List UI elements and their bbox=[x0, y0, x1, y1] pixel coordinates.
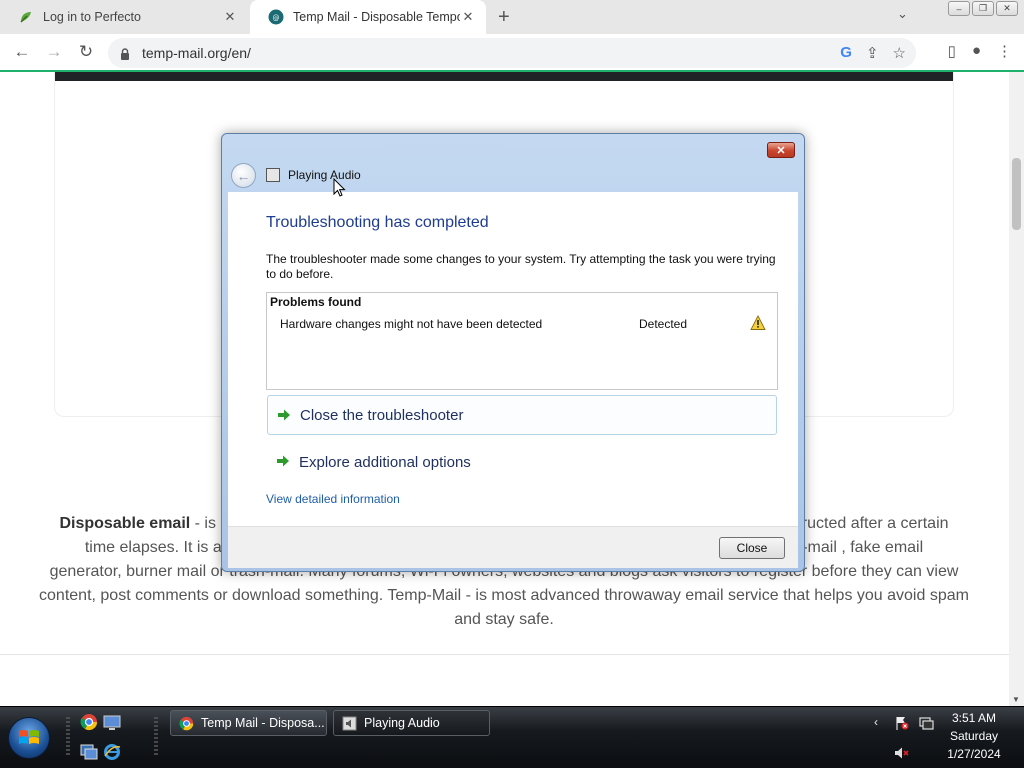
address-bar[interactable]: temp-mail.org/en/ G ⇪ ☆ bbox=[108, 38, 916, 68]
forward-arrow-icon[interactable]: → bbox=[44, 42, 64, 62]
dialog-app-title: Playing Audio bbox=[288, 168, 361, 182]
taskbar-button-label: Playing Audio bbox=[364, 716, 440, 730]
side-panel-icon[interactable]: ▯ bbox=[948, 42, 956, 60]
taskbar-grip[interactable] bbox=[66, 717, 70, 757]
action-center-flag-icon[interactable] bbox=[894, 715, 910, 734]
window-controls: – ❐ ✕ bbox=[948, 1, 1018, 16]
troubleshooter-dialog: ✕ ← Playing Audio Troubleshooting has co… bbox=[221, 133, 805, 572]
audio-troubleshooter-icon bbox=[266, 168, 280, 182]
network-icon[interactable] bbox=[918, 715, 934, 734]
clock-date: 1/27/2024 bbox=[947, 747, 1001, 761]
mouse-cursor-icon bbox=[333, 177, 347, 198]
warning-icon bbox=[750, 315, 766, 331]
taskbar-button-chrome[interactable]: Temp Mail - Disposa... bbox=[170, 710, 327, 736]
browser-toolbar: ← → ↻ temp-mail.org/en/ G ⇪ ☆ ▯ ● ⋮ bbox=[0, 34, 1024, 72]
star-icon[interactable]: ☆ bbox=[893, 44, 906, 62]
browser-tab-strip: Log in to Perfecto ✕ @ Temp Mail - Dispo… bbox=[0, 0, 1024, 34]
tab-perfecto[interactable]: Log in to Perfecto ✕ bbox=[0, 0, 248, 34]
chrome-icon[interactable] bbox=[80, 713, 98, 731]
description-bold: Disposable email bbox=[59, 515, 191, 532]
dialog-message: The troubleshooter made some changes to … bbox=[266, 252, 776, 281]
page-scrollbar[interactable]: ▼ bbox=[1009, 72, 1024, 706]
dialog-close-icon[interactable]: ✕ bbox=[767, 142, 795, 158]
back-arrow-icon[interactable]: ← bbox=[12, 42, 32, 62]
dialog-body: Troubleshooting has completed The troubl… bbox=[228, 192, 798, 526]
command-label: Explore additional options bbox=[299, 453, 471, 471]
new-tab-plus-icon[interactable]: + bbox=[498, 6, 510, 29]
temp-mail-logo-icon: @ bbox=[268, 9, 284, 25]
url-text: temp-mail.org/en/ bbox=[142, 45, 251, 61]
audio-troubleshooter-icon bbox=[342, 716, 357, 731]
show-hidden-icons-icon[interactable]: ‹ bbox=[874, 715, 878, 729]
share-icon[interactable]: ⇪ bbox=[866, 44, 879, 62]
dialog-footer: Close bbox=[228, 526, 798, 568]
clock-time: 3:51 AM bbox=[951, 711, 997, 725]
switch-windows-icon[interactable] bbox=[80, 743, 98, 761]
back-arrow-icon[interactable]: ← bbox=[231, 163, 256, 188]
tab-title: Log in to Perfecto bbox=[43, 10, 141, 24]
tab-title: Temp Mail - Disposable Tempora bbox=[293, 10, 460, 24]
description-line: and stay safe. bbox=[454, 611, 554, 628]
description-line: content, post comments or download somet… bbox=[39, 587, 969, 604]
reload-icon[interactable]: ↻ bbox=[76, 42, 96, 62]
problem-status: Detected bbox=[639, 317, 688, 331]
restore-icon[interactable]: ❐ bbox=[972, 1, 994, 16]
windows-logo-icon bbox=[19, 730, 39, 744]
clock[interactable]: 3:51 AM Saturday 1/27/2024 bbox=[944, 709, 1004, 763]
scroll-down-arrow-icon[interactable]: ▼ bbox=[1012, 695, 1020, 704]
description-line: e-mail , fake email bbox=[793, 539, 924, 556]
green-arrow-icon bbox=[276, 454, 290, 468]
chrome-icon bbox=[179, 716, 194, 731]
svg-text:@: @ bbox=[273, 14, 280, 22]
perfecto-logo-icon bbox=[18, 9, 34, 25]
explore-options-command[interactable]: Explore additional options bbox=[267, 442, 777, 482]
screen: Log in to Perfecto ✕ @ Temp Mail - Dispo… bbox=[0, 0, 1024, 768]
close-window-icon[interactable]: ✕ bbox=[996, 1, 1018, 16]
description-line: structed after a certain bbox=[789, 515, 949, 532]
view-details-link[interactable]: View detailed information bbox=[266, 492, 400, 506]
close-troubleshooter-command[interactable]: Close the troubleshooter bbox=[267, 395, 777, 435]
taskbar-button-playing-audio[interactable]: Playing Audio bbox=[333, 710, 490, 736]
green-arrow-icon bbox=[277, 408, 291, 422]
start-button[interactable] bbox=[8, 717, 50, 759]
minimize-icon[interactable]: – bbox=[948, 1, 970, 16]
internet-explorer-icon[interactable] bbox=[103, 743, 121, 761]
email-header-bar bbox=[55, 72, 953, 81]
dialog-heading: Troubleshooting has completed bbox=[266, 214, 489, 231]
google-icon[interactable]: G bbox=[840, 44, 852, 62]
divider bbox=[0, 654, 1009, 655]
taskbar-button-label: Temp Mail - Disposa... bbox=[201, 716, 325, 730]
taskbar: Temp Mail - Disposa... Playing Audio ‹ 3… bbox=[0, 706, 1024, 768]
command-label: Close the troubleshooter bbox=[300, 406, 464, 424]
tab-temp-mail[interactable]: @ Temp Mail - Disposable Tempora ✕ bbox=[250, 0, 486, 34]
close-icon[interactable]: ✕ bbox=[222, 9, 238, 25]
close-icon[interactable]: ✕ bbox=[460, 9, 476, 25]
close-button[interactable]: Close bbox=[719, 537, 785, 559]
profile-avatar-icon[interactable]: ● bbox=[972, 42, 981, 60]
description-line: time elapses. It is als bbox=[84, 539, 234, 556]
scrollbar-thumb[interactable] bbox=[1012, 158, 1021, 230]
show-desktop-icon[interactable] bbox=[103, 713, 121, 731]
menu-kebab-icon[interactable]: ⋮ bbox=[997, 42, 1012, 60]
problems-header: Problems found bbox=[270, 295, 362, 309]
volume-muted-icon[interactable] bbox=[894, 745, 910, 764]
clock-day: Saturday bbox=[949, 729, 999, 743]
chevron-down-icon[interactable]: ⌄ bbox=[897, 6, 908, 22]
problems-list: Problems found Hardware changes might no… bbox=[266, 292, 778, 390]
problem-name[interactable]: Hardware changes might not have been det… bbox=[280, 317, 542, 331]
taskbar-grip[interactable] bbox=[154, 717, 158, 757]
lock-icon bbox=[120, 47, 130, 60]
